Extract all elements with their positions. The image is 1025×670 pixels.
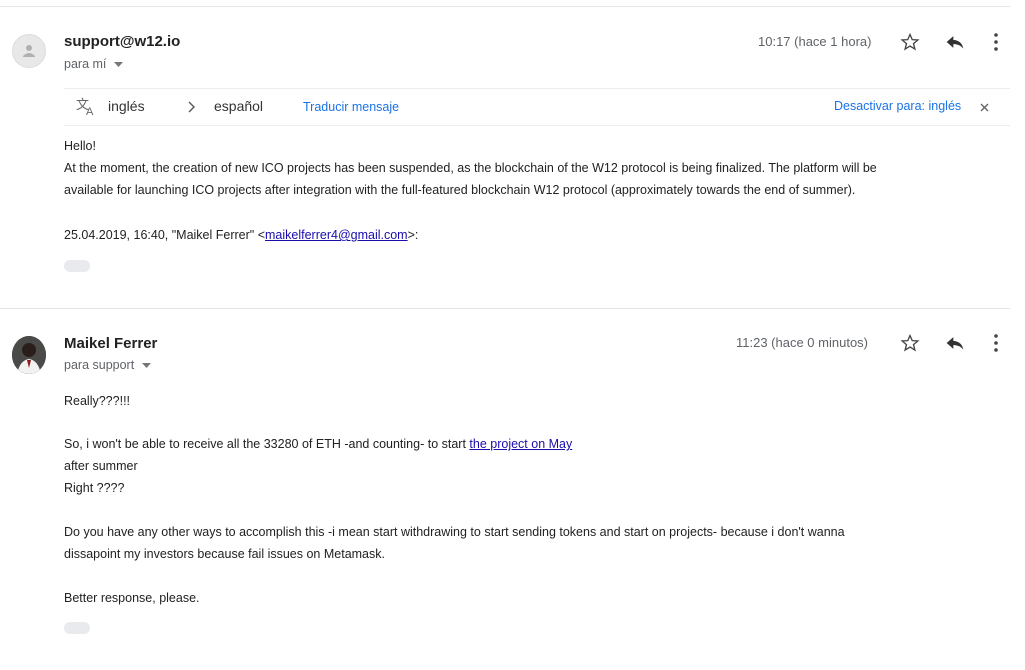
recipient-line[interactable]: para support	[64, 358, 151, 372]
recipient-label: para mí	[64, 57, 107, 71]
body-line: Do you have any other ways to accomplish…	[64, 525, 845, 539]
sender-name[interactable]: support@w12.io	[64, 33, 180, 50]
show-trimmed-content-button[interactable]	[64, 260, 90, 272]
body-text-segment: So, i won't be able to receive all the 3…	[64, 437, 470, 451]
quote-suffix: >:	[407, 228, 419, 242]
reply-icon[interactable]	[942, 331, 968, 355]
body-line: dissapoint my investors because fail iss…	[64, 547, 385, 561]
message-body: Hello! At the moment, the creation of ne…	[64, 135, 877, 201]
quote-prefix: 25.04.2019, 16:40, "Maikel Ferrer" <	[64, 228, 266, 242]
svg-text:A: A	[86, 106, 94, 117]
dropdown-icon[interactable]	[141, 358, 151, 372]
translate-message-link[interactable]: Traducir mensaje	[303, 100, 399, 114]
star-icon[interactable]	[898, 331, 922, 355]
more-vert-icon[interactable]	[986, 30, 1006, 54]
show-trimmed-content-button[interactable]	[64, 622, 90, 634]
more-vert-icon[interactable]	[986, 331, 1006, 355]
chevron-right-icon	[186, 99, 198, 115]
avatar-placeholder[interactable]	[12, 34, 46, 68]
target-language[interactable]: español	[214, 98, 263, 114]
message-time: 10:17 (hace 1 hora)	[758, 34, 872, 49]
star-icon[interactable]	[898, 30, 922, 54]
recipient-label: para support	[64, 358, 135, 372]
body-greeting: Hello!	[64, 139, 96, 153]
email-link[interactable]: maikelferrer4@gmail.com	[265, 228, 408, 242]
disable-translation-link[interactable]: Desactivar para: inglés	[834, 99, 961, 113]
avatar[interactable]	[12, 336, 46, 374]
message-time: 11:23 (hace 0 minutos)	[736, 335, 868, 350]
message-divider	[0, 308, 1010, 309]
body-line: available for launching ICO projects aft…	[64, 183, 856, 197]
translate-bar: 文 A inglés español Traducir mensaje Desa…	[64, 88, 1010, 126]
quoted-header: 25.04.2019, 16:40, "Maikel Ferrer" <maik…	[64, 224, 418, 246]
translate-icon: 文 A	[76, 97, 98, 117]
body-line: Right ????	[64, 481, 125, 495]
project-link[interactable]: the project on May	[469, 437, 572, 451]
recipient-line[interactable]: para mí	[64, 57, 123, 71]
body-line: At the moment, the creation of new ICO p…	[64, 161, 877, 175]
body-line: Really???!!!	[64, 394, 131, 408]
body-line: So, i won't be able to receive all the 3…	[64, 433, 572, 455]
top-divider	[0, 6, 1010, 7]
close-icon[interactable]	[978, 100, 990, 114]
person-icon	[23, 45, 35, 57]
body-line: Better response, please.	[64, 591, 200, 605]
dropdown-icon[interactable]	[113, 57, 123, 71]
body-line: after summer	[64, 459, 138, 473]
source-language[interactable]: inglés	[108, 98, 145, 114]
message-body-paragraph: Do you have any other ways to accomplish…	[64, 521, 845, 565]
reply-icon[interactable]	[942, 30, 968, 54]
sender-name[interactable]: Maikel Ferrer	[64, 335, 157, 352]
message-body: So, i won't be able to receive all the 3…	[64, 433, 572, 499]
